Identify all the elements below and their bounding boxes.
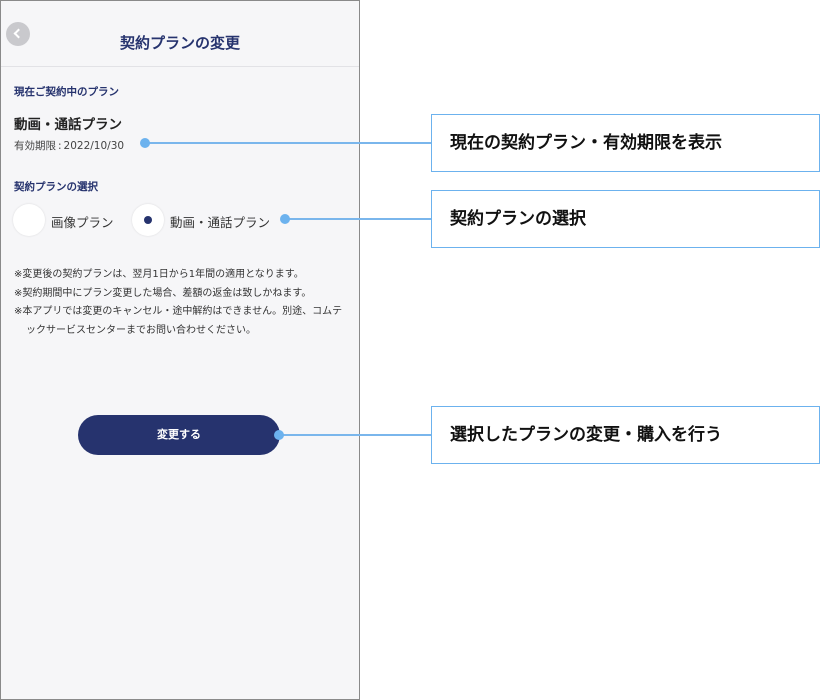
- callout-connector-dot: [140, 138, 150, 148]
- radio-selected-dot: [144, 216, 152, 224]
- callout-connector-line: [279, 434, 431, 436]
- note-item: ※本アプリでは変更のキャンセル・途中解約はできません。別途、コムテックサービスセ…: [14, 306, 343, 336]
- radio-video-call-plan[interactable]: [132, 204, 164, 236]
- notes: ※変更後の契約プランは、翌月1日から1年間の適用となります。 ※契約期間中にプラ…: [14, 266, 344, 340]
- expiry-date: 2022/10/30: [63, 140, 125, 152]
- callout-change-purchase: 選択したプランの変更・購入を行う: [431, 406, 820, 464]
- current-plan-section-label: 現在ご契約中のプラン: [14, 86, 119, 98]
- expiry-separator: :: [58, 140, 62, 152]
- app-header: 契約プランの変更: [1, 1, 359, 67]
- radio-label-image-plan[interactable]: 画像プラン: [51, 212, 114, 231]
- callout-connector-dot: [274, 430, 284, 440]
- callout-connector-line: [145, 142, 431, 144]
- page-title: 契約プランの変更: [119, 34, 240, 52]
- plan-selection-section-label: 契約プランの選択: [14, 181, 98, 193]
- callout-current-plan: 現在の契約プラン・有効期限を表示: [431, 114, 820, 172]
- current-plan-name: 動画・通話プラン: [14, 117, 122, 133]
- expiry-text: 有効期限:2022/10/30: [14, 138, 124, 153]
- callout-connector-line: [285, 218, 431, 220]
- phone-screen: 契約プランの変更 現在ご契約中のプラン 動画・通話プラン 有効期限:2022/1…: [0, 0, 360, 700]
- change-plan-button[interactable]: 変更する: [78, 415, 280, 455]
- radio-image-plan[interactable]: [13, 204, 45, 236]
- callout-plan-selection: 契約プランの選択: [431, 190, 820, 248]
- note-item: ※契約期間中にプラン変更した場合、差額の返金は致しかねます。: [14, 287, 312, 299]
- radio-label-video-call-plan[interactable]: 動画・通話プラン: [170, 212, 270, 231]
- note-item: ※変更後の契約プランは、翌月1日から1年間の適用となります。: [14, 269, 304, 280]
- expiry-label: 有効期限: [14, 140, 56, 152]
- callout-connector-dot: [280, 214, 290, 224]
